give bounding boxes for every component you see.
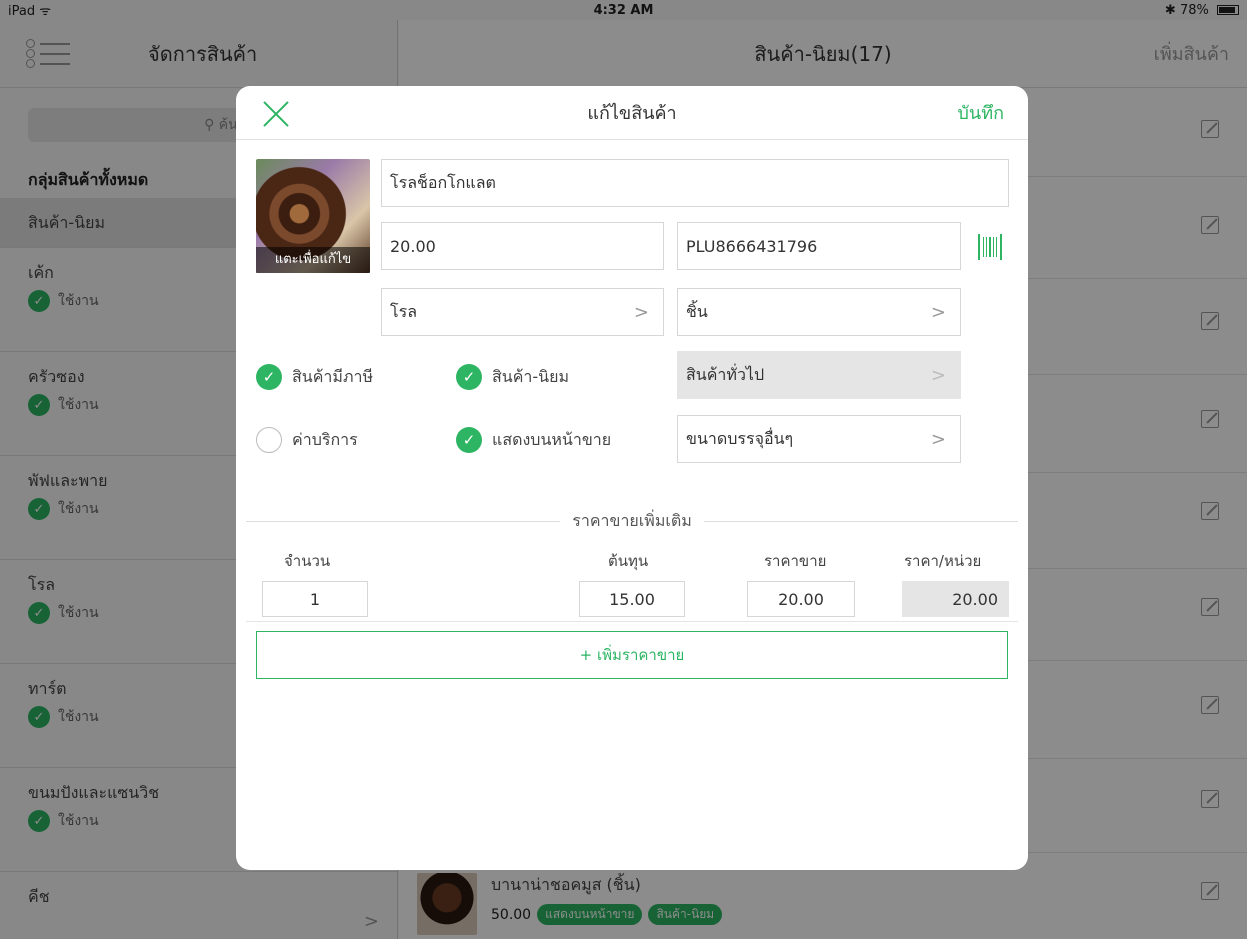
- add-price-button[interactable]: + เพิ่มราคาขาย: [256, 631, 1008, 679]
- product-type-value: สินค้าทั่วไป: [686, 364, 765, 384]
- checkbox-label: สินค้ามีภาษี: [292, 366, 374, 386]
- chevron-right-icon: >: [930, 301, 946, 323]
- edit-product-dialog: แก้ไขสินค้า บันทึก แตะเพื่อแก้ไข โรลช็อก…: [236, 86, 1028, 870]
- plu-field[interactable]: PLU8666431796: [677, 222, 961, 270]
- package-size-select[interactable]: ขนาดบรรจุอื่นๆ >: [677, 415, 961, 463]
- chevron-right-icon: >: [930, 364, 946, 386]
- check-circle-icon: ✓: [456, 364, 482, 390]
- checkbox-label: แสดงบนหน้าขาย: [492, 429, 612, 449]
- qty-input[interactable]: 1: [262, 581, 368, 617]
- taxable-checkbox[interactable]: ✓ สินค้ามีภาษี: [256, 364, 373, 390]
- checkbox-label: สินค้า-นิยม: [492, 366, 570, 386]
- checkbox-label: ค่าบริการ: [292, 429, 358, 449]
- column-header-qty: จำนวน: [284, 552, 331, 570]
- chevron-right-icon: >: [633, 301, 649, 323]
- price-field[interactable]: 20.00: [381, 222, 664, 270]
- sale-price-input[interactable]: 20.00: [747, 581, 855, 617]
- package-size-value: ขนาดบรรจุอื่นๆ: [686, 428, 794, 448]
- category-value: โรล: [390, 301, 417, 321]
- cost-input[interactable]: 15.00: [579, 581, 685, 617]
- section-title: ราคาขายเพิ่มเติม: [236, 509, 1028, 534]
- image-edit-caption: แตะเพื่อแก้ไข: [256, 247, 370, 273]
- close-icon[interactable]: [262, 100, 290, 128]
- row-divider: [246, 621, 1018, 622]
- product-name-field[interactable]: โรลช็อกโกแลต: [381, 159, 1009, 207]
- unit-value: ชิ้น: [686, 301, 708, 321]
- column-header-cost: ต้นทุน: [608, 552, 649, 570]
- popular-checkbox[interactable]: ✓ สินค้า-นิยม: [456, 364, 569, 390]
- empty-circle-icon: [256, 427, 282, 453]
- column-header-unit-price: ราคา/หน่วย: [904, 552, 982, 570]
- check-circle-icon: ✓: [456, 427, 482, 453]
- chevron-right-icon: >: [930, 428, 946, 450]
- product-image[interactable]: แตะเพื่อแก้ไข: [256, 159, 370, 273]
- barcode-icon[interactable]: [978, 234, 1002, 260]
- unit-select[interactable]: ชิ้น >: [677, 288, 961, 336]
- dialog-title: แก้ไขสินค้า: [587, 103, 677, 124]
- show-on-sale-checkbox[interactable]: ✓ แสดงบนหน้าขาย: [456, 427, 611, 453]
- unit-price-value: 20.00: [902, 581, 1009, 617]
- category-select[interactable]: โรล >: [381, 288, 664, 336]
- check-circle-icon: ✓: [256, 364, 282, 390]
- product-type-select[interactable]: สินค้าทั่วไป >: [677, 351, 961, 399]
- column-header-price: ราคาขาย: [764, 552, 827, 570]
- section-title-text: ราคาขายเพิ่มเติม: [560, 511, 704, 530]
- dialog-header: แก้ไขสินค้า บันทึก: [236, 86, 1028, 140]
- save-button[interactable]: บันทึก: [958, 98, 1005, 127]
- service-checkbox[interactable]: ค่าบริการ: [256, 427, 358, 453]
